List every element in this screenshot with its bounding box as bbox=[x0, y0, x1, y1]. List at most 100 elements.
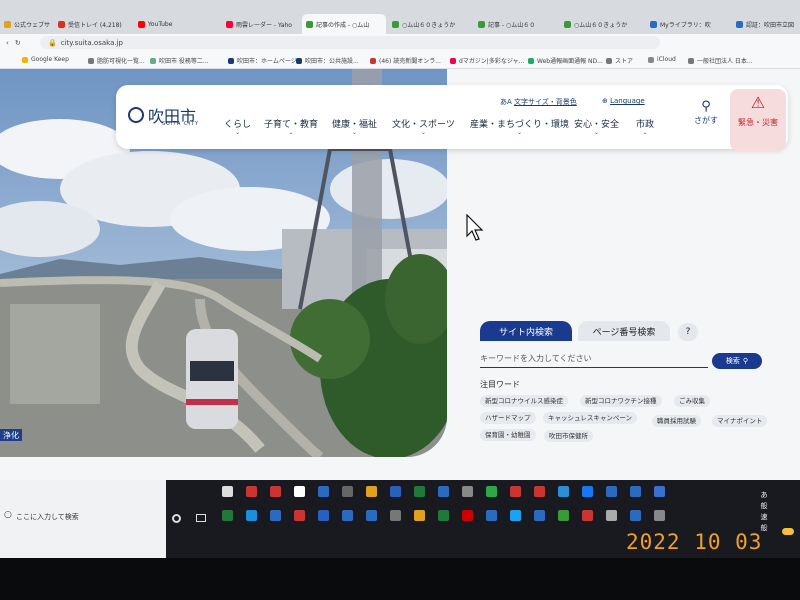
chevron-down-icon: ⌄ bbox=[516, 129, 523, 136]
taskbar-app-icon[interactable] bbox=[246, 486, 257, 497]
bookmark-item[interactable]: 一般社団法人 日本... bbox=[688, 56, 753, 65]
taskbar-app-icon[interactable] bbox=[606, 486, 617, 497]
bookmark-favicon-icon bbox=[228, 57, 234, 64]
ime-mode-text[interactable]: あ bbox=[758, 490, 770, 501]
taskbar-app-icon[interactable] bbox=[582, 486, 593, 497]
taskbar-app-icon[interactable] bbox=[270, 486, 281, 497]
taskbar-app-icon[interactable] bbox=[342, 486, 353, 497]
taskbar-app-icon[interactable] bbox=[438, 510, 449, 521]
bookmark-item[interactable]: (46) 読売新聞オンラ... bbox=[370, 56, 441, 65]
taskbar-app-icon[interactable] bbox=[222, 486, 233, 497]
tab-page-number-search[interactable]: ページ番号検索 bbox=[578, 321, 670, 341]
text-size-icon: あA bbox=[500, 98, 515, 106]
taskbar-app-icon[interactable] bbox=[486, 486, 497, 497]
header-search-button[interactable]: ⚲ さがす bbox=[686, 99, 726, 126]
nav-kurashi[interactable]: くらし ⌄ bbox=[224, 117, 251, 136]
browser-tab[interactable]: 認証：吹田市立図 bbox=[732, 14, 798, 34]
address-field[interactable]: 🔒 city.suita.osaka.jp bbox=[40, 36, 660, 49]
bookmark-favicon-icon bbox=[150, 57, 156, 64]
taskbar-app-icon[interactable] bbox=[534, 486, 545, 497]
keyword-chip[interactable]: ハザードマップ bbox=[480, 412, 536, 424]
chevron-down-icon: ⌄ bbox=[642, 129, 648, 136]
keyword-chip[interactable]: マイナポイント bbox=[712, 415, 768, 427]
weather-icon[interactable] bbox=[782, 528, 794, 535]
emergency-button[interactable]: ⚠ 緊急・災害 bbox=[730, 89, 786, 151]
taskbar-app-icon[interactable] bbox=[606, 510, 617, 521]
bookmark-item[interactable]: Web通報画面通報 ND... bbox=[528, 56, 603, 65]
bookmark-item[interactable]: Google Keep bbox=[22, 56, 69, 63]
nav-sangyo[interactable]: 産業・まちづくり・環境 ⌄ bbox=[470, 117, 569, 136]
taskbar-app-icon[interactable] bbox=[414, 510, 425, 521]
keyword-chip[interactable]: 職員採用試験 bbox=[652, 415, 701, 427]
nav-shisei[interactable]: 市政 ⌄ bbox=[636, 117, 654, 136]
taskbar-app-icon[interactable] bbox=[630, 510, 641, 521]
taskbar-app-icon[interactable] bbox=[294, 510, 305, 521]
keyword-chip[interactable]: ごみ収集 bbox=[674, 395, 710, 407]
browser-tab[interactable]: 公式ウェブサ bbox=[0, 14, 52, 34]
browser-tab[interactable]: 記事 - ○ム山６０ bbox=[474, 14, 558, 34]
keyword-chip[interactable]: 保育園・幼稚園 bbox=[480, 429, 536, 441]
taskbar-app-icon[interactable] bbox=[294, 486, 305, 497]
reload-icon[interactable]: ↻ bbox=[15, 39, 21, 47]
text-size-link[interactable]: あA 文字サイズ・背景色 bbox=[500, 97, 577, 107]
taskbar-app-icon[interactable] bbox=[414, 486, 425, 497]
language-link[interactable]: ⊕ Language bbox=[602, 97, 645, 105]
taskbar-app-icon[interactable] bbox=[390, 510, 401, 521]
nav-bunka[interactable]: 文化・スポーツ ⌄ bbox=[392, 117, 455, 136]
taskbar-app-icon[interactable] bbox=[486, 510, 497, 521]
taskbar-app-icon[interactable] bbox=[366, 510, 377, 521]
bookmark-item[interactable]: 脂肪可視化一覧... bbox=[88, 56, 145, 65]
taskbar-search-box[interactable]: ○ ここに入力して検索 bbox=[0, 480, 166, 558]
browser-tab[interactable]: 雨雲レーダー - Yaho bbox=[222, 14, 300, 34]
taskbar-app-icon[interactable] bbox=[318, 486, 329, 497]
keyword-input[interactable]: キーワードを入力してください bbox=[480, 351, 708, 368]
browser-tab[interactable]: 受信トレイ (4,218) bbox=[54, 14, 132, 34]
nav-kenko[interactable]: 健康・福祉 ⌄ bbox=[332, 117, 377, 136]
taskbar-app-icon[interactable] bbox=[366, 486, 377, 497]
browser-tab[interactable]: YouTube bbox=[134, 14, 220, 34]
taskbar-app-icon[interactable] bbox=[558, 486, 569, 497]
keyword-chip[interactable]: 吹田市保健所 bbox=[544, 430, 593, 442]
taskbar-app-icon[interactable] bbox=[582, 510, 593, 521]
taskbar-app-icon[interactable] bbox=[534, 510, 545, 521]
bookmark-item[interactable]: dマガジン|多彩なジャ... bbox=[450, 56, 524, 65]
taskbar-app-icon[interactable] bbox=[510, 486, 521, 497]
taskbar-app-icon[interactable] bbox=[510, 510, 521, 521]
browser-tab[interactable]: 記事の作成 - ○ム山 bbox=[302, 14, 386, 34]
taskbar-app-icon[interactable] bbox=[462, 510, 473, 521]
bookmark-item[interactable]: ストア bbox=[606, 56, 633, 65]
help-button[interactable]: ? bbox=[678, 323, 698, 341]
taskbar-app-icon[interactable] bbox=[246, 510, 257, 521]
tab-site-search[interactable]: サイト内検索 bbox=[480, 321, 572, 341]
task-view-icon[interactable] bbox=[196, 514, 206, 522]
cortana-icon[interactable] bbox=[172, 514, 181, 523]
taskbar-app-icon[interactable] bbox=[654, 510, 665, 521]
browser-tab[interactable]: ○ム山６０きょうか bbox=[388, 14, 472, 34]
taskbar-app-icon[interactable] bbox=[438, 486, 449, 497]
bookmark-item[interactable]: 吹田市：公共施設... bbox=[296, 56, 359, 65]
nav-kosodate[interactable]: 子育て・教育 ⌄ bbox=[264, 117, 318, 136]
taskbar-app-icon[interactable] bbox=[654, 486, 665, 497]
keyword-chip[interactable]: 新型コロナウイルス感染症 bbox=[480, 395, 568, 407]
taskbar-app-icon[interactable] bbox=[558, 510, 569, 521]
taskbar-app-icon[interactable] bbox=[630, 486, 641, 497]
taskbar-app-icon[interactable] bbox=[390, 486, 401, 497]
taskbar-app-icon[interactable] bbox=[462, 486, 473, 497]
taskbar-app-icon[interactable] bbox=[342, 510, 353, 521]
browser-tab[interactable]: Myライブラリ：吹 bbox=[646, 14, 730, 34]
bookmark-label: 脂肪可視化一覧... bbox=[97, 58, 145, 65]
search-submit-button[interactable]: 検索 ⚲ bbox=[712, 353, 762, 369]
keyword-chip[interactable]: キャッシュレスキャンペーン bbox=[543, 412, 638, 424]
bookmark-item[interactable]: iCloud bbox=[648, 56, 676, 63]
browser-tab[interactable]: ○ム山６０きょうか bbox=[560, 14, 644, 34]
bookmark-item[interactable]: 吹田市：ホームページ bbox=[228, 56, 297, 65]
taskbar-app-icon[interactable] bbox=[270, 510, 281, 521]
taskbar-app-icon[interactable] bbox=[318, 510, 329, 521]
bookmark-favicon-icon bbox=[648, 56, 654, 63]
taskbar-app-icon[interactable] bbox=[222, 510, 233, 521]
bookmark-item[interactable]: 吹田市 役務等二... bbox=[150, 56, 209, 65]
back-icon[interactable]: ‹ bbox=[6, 39, 9, 47]
nav-anshin[interactable]: 安心・安全 ⌄ bbox=[574, 117, 619, 136]
keyword-chip[interactable]: 新型コロナワクチン接種 bbox=[580, 395, 662, 407]
bookmark-label: 吹田市：ホームページ bbox=[237, 58, 297, 65]
